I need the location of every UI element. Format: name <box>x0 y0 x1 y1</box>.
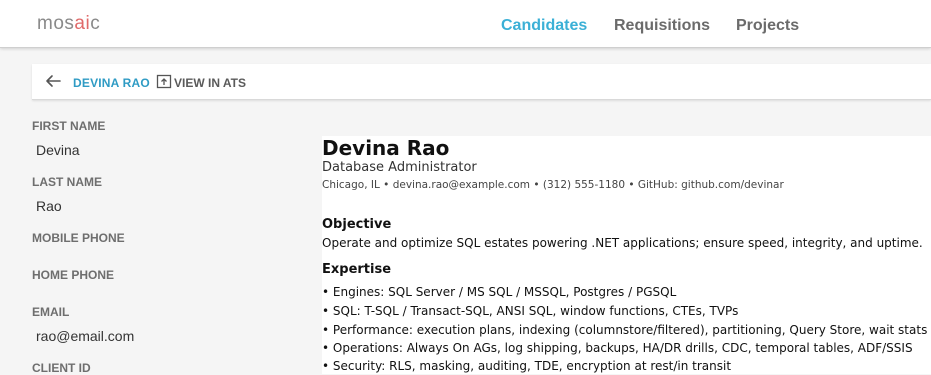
resume-contact: Chicago, IL • devina.rao@example.com • (… <box>322 179 784 191</box>
objective-heading: Objective <box>322 217 392 232</box>
open-external-icon[interactable] <box>156 73 172 89</box>
back-arrow-icon[interactable] <box>44 72 62 90</box>
resume-name: Devina Rao <box>322 136 450 160</box>
client-id-label: CLIENT ID <box>32 361 91 375</box>
nav-requisitions[interactable]: Requisitions <box>614 17 710 35</box>
expertise-heading: Expertise <box>322 262 392 277</box>
last-name-value: Rao <box>36 198 62 214</box>
expertise-item: • Security: RLS, masking, auditing, TDE,… <box>322 359 732 373</box>
logo-accent: ai <box>74 13 91 34</box>
candidate-toolbar: DEVINA RAO VIEW IN ATS <box>32 64 931 100</box>
mobile-phone-label: MOBILE PHONE <box>32 231 125 245</box>
breadcrumb-candidate-name[interactable]: DEVINA RAO <box>73 76 150 90</box>
email-value: rao@email.com <box>36 328 135 344</box>
email-label: EMAIL <box>32 305 70 319</box>
top-navigation-bar: mosaic Candidates Requisitions Projects <box>0 0 931 48</box>
expertise-item: • SQL: T-SQL / Transact-SQL, ANSI SQL, w… <box>322 304 739 318</box>
nav-projects[interactable]: Projects <box>736 17 799 35</box>
expertise-item: • Operations: Always On AGs, log shippin… <box>322 341 913 355</box>
first-name-value: Devina <box>36 142 80 158</box>
expertise-item: • Performance: execution plans, indexing… <box>322 323 928 337</box>
resume-title: Database Administrator <box>322 160 477 175</box>
expertise-item: • Engines: SQL Server / MS SQL / MSSQL, … <box>322 285 677 299</box>
objective-text: Operate and optimize SQL estates powerin… <box>322 236 923 250</box>
logo-prefix: mos <box>37 13 75 34</box>
mosaic-logo[interactable]: mosaic <box>37 13 100 35</box>
view-in-ats-button[interactable]: VIEW IN ATS <box>174 76 246 90</box>
first-name-label: FIRST NAME <box>32 119 106 133</box>
last-name-label: LAST NAME <box>32 175 102 189</box>
resume-document: Devina Rao Database Administrator Chicag… <box>322 136 931 374</box>
nav-candidates[interactable]: Candidates <box>501 17 587 35</box>
logo-suffix: c <box>90 13 101 34</box>
home-phone-label: HOME PHONE <box>32 268 115 282</box>
